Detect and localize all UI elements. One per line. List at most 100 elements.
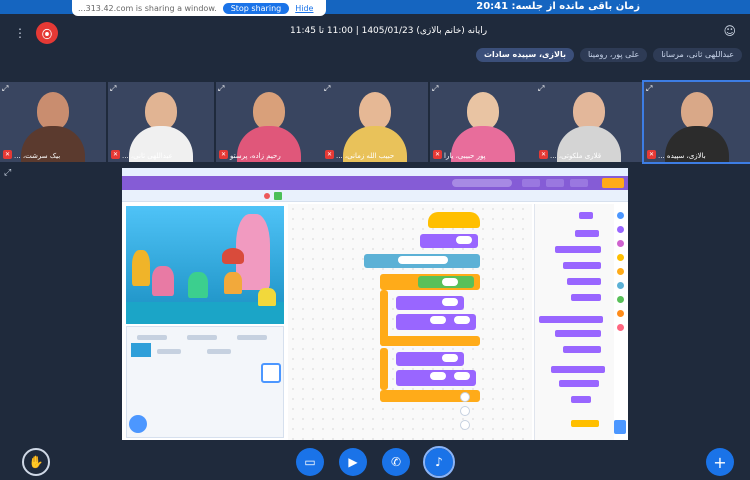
stop-sharing-button[interactable]: Stop sharing <box>222 2 290 14</box>
expand-icon[interactable]: ⤢ <box>110 84 116 94</box>
browser-strip <box>122 168 628 176</box>
zoom-reset-icon <box>460 420 470 430</box>
more-menu-icon[interactable]: ⋮ <box>14 26 26 40</box>
phone-button[interactable]: ✆ <box>382 448 410 476</box>
category-variables <box>617 310 624 317</box>
category-motion <box>617 212 624 219</box>
scratch-toolbar <box>122 190 628 202</box>
else-block <box>380 336 480 346</box>
selected-sprite-thumbnail <box>261 363 281 383</box>
jellyfish-sprite <box>222 248 244 264</box>
mic-muted-icon: ✕ <box>3 150 12 159</box>
operator-block <box>418 276 474 288</box>
mic-muted-icon: ✕ <box>219 150 228 159</box>
looks-block <box>396 314 476 330</box>
palette-block <box>551 366 605 373</box>
choose-sprite-icon <box>129 415 147 433</box>
video-tile[interactable]: ⤢ ✕ پور حبیبی، یارا <box>430 82 536 162</box>
coral <box>188 272 208 298</box>
participant-name: قلاری ملکوتی، ... <box>550 152 602 160</box>
shared-screen <box>122 168 628 440</box>
participant-name: رحیم زاده، پرستو <box>230 152 281 160</box>
hat-block <box>428 212 480 228</box>
block-categories <box>614 204 628 440</box>
participants-icon[interactable]: ☺ <box>723 24 736 38</box>
coral <box>224 272 242 294</box>
participant-name: بیک سرشت، ... <box>14 152 61 160</box>
sprite-field <box>157 349 181 354</box>
participant-name: عبداللهی ثانی، ... <box>122 152 173 160</box>
stop-icon <box>264 193 270 199</box>
chip-speaker-1[interactable]: بالازی، سپیده سادات <box>475 48 574 62</box>
chip-speaker-3[interactable]: عبداللهی ثانی، مرسانا <box>653 48 742 62</box>
sprite-pane <box>126 326 284 438</box>
expand-share-icon[interactable]: ⤢ <box>4 168 11 178</box>
palette-block <box>555 246 601 253</box>
add-button[interactable]: + <box>706 448 734 476</box>
category-control <box>617 268 624 275</box>
share-screen-button[interactable]: ▭ <box>296 448 324 476</box>
backdrop-thumbnail <box>131 343 151 357</box>
scratch-logo <box>602 178 624 188</box>
sprite-field <box>187 335 217 340</box>
script-area <box>288 204 532 440</box>
category-events <box>617 254 624 261</box>
video-tile[interactable]: ⤢ ✕ حبیب الله زمانی، ... <box>322 82 428 162</box>
mic-muted-icon: ✕ <box>433 150 442 159</box>
video-tiles: ⤢ ✕ بیک سرشت، ... ⤢ ✕ عبداللهی ثانی، ...… <box>0 80 750 164</box>
participant-face <box>681 92 713 130</box>
expand-icon[interactable]: ⤢ <box>324 84 330 94</box>
sprite-field <box>237 335 267 340</box>
looks-block <box>396 370 476 386</box>
palette-block <box>567 278 601 285</box>
expand-icon[interactable]: ⤢ <box>2 84 8 94</box>
palette-block <box>575 230 599 237</box>
expand-icon[interactable]: ⤢ <box>646 84 652 94</box>
expand-icon[interactable]: ⤢ <box>538 84 544 94</box>
project-title-field <box>452 179 512 187</box>
mic-muted-icon: ✕ <box>325 150 334 159</box>
video-tile-active[interactable]: ⤢ ✕ بالازی، سپیده ... <box>642 80 750 164</box>
video-tile[interactable]: ⤢ ✕ بیک سرشت، ... <box>0 82 106 162</box>
zoom-out-icon <box>460 406 470 416</box>
looks-block <box>420 234 478 248</box>
camera-button[interactable]: ▶ <box>339 448 367 476</box>
else-block-arm <box>380 348 388 390</box>
participant-name: بالازی، سپیده ... <box>658 152 706 160</box>
participant-face <box>145 92 177 130</box>
participant-name: پور حبیبی، یارا <box>444 152 486 160</box>
hide-link[interactable]: Hide <box>295 4 313 13</box>
looks-block <box>396 296 464 310</box>
palette-block <box>555 330 601 337</box>
screen-share-notice: ...313.42.com is sharing a window. Stop … <box>72 0 326 16</box>
video-tile[interactable]: ⤢ ✕ رحیم زاده، پرستو <box>216 82 322 162</box>
extension-icon <box>614 420 626 434</box>
mic-muted-icon: ✕ <box>111 150 120 159</box>
video-tile[interactable]: ⤢ ✕ قلاری ملکوتی، ... <box>536 82 642 162</box>
green-flag-icon <box>274 192 282 200</box>
menu-item <box>522 179 540 187</box>
palette-block <box>563 346 601 353</box>
recording-icon[interactable]: ⦿ <box>36 22 58 44</box>
share-text: ...313.42.com is sharing a window. <box>78 3 217 13</box>
video-tile[interactable]: ⤢ ✕ عبداللهی ثانی، ... <box>108 82 214 162</box>
participant-face <box>573 92 605 130</box>
participant-face <box>37 92 69 130</box>
palette-block <box>559 380 599 387</box>
palette-block <box>571 294 601 301</box>
expand-icon[interactable]: ⤢ <box>218 84 224 94</box>
palette-block <box>571 396 591 403</box>
scratch-stage <box>126 206 284 324</box>
expand-icon[interactable]: ⤢ <box>432 84 438 94</box>
mic-muted-icon: ✕ <box>647 150 656 159</box>
microphone-button[interactable]: ♪ <box>423 446 455 478</box>
scratch-menubar <box>122 176 628 190</box>
raise-hand-button[interactable]: ✋ <box>22 448 50 476</box>
mic-muted-icon: ✕ <box>539 150 548 159</box>
coral <box>132 250 150 286</box>
category-my-blocks <box>617 324 624 331</box>
sprite-field <box>207 349 231 354</box>
sensing-block <box>364 254 480 268</box>
block-palette <box>534 204 614 440</box>
chip-speaker-2[interactable]: علی پور، رومینا <box>579 48 648 62</box>
